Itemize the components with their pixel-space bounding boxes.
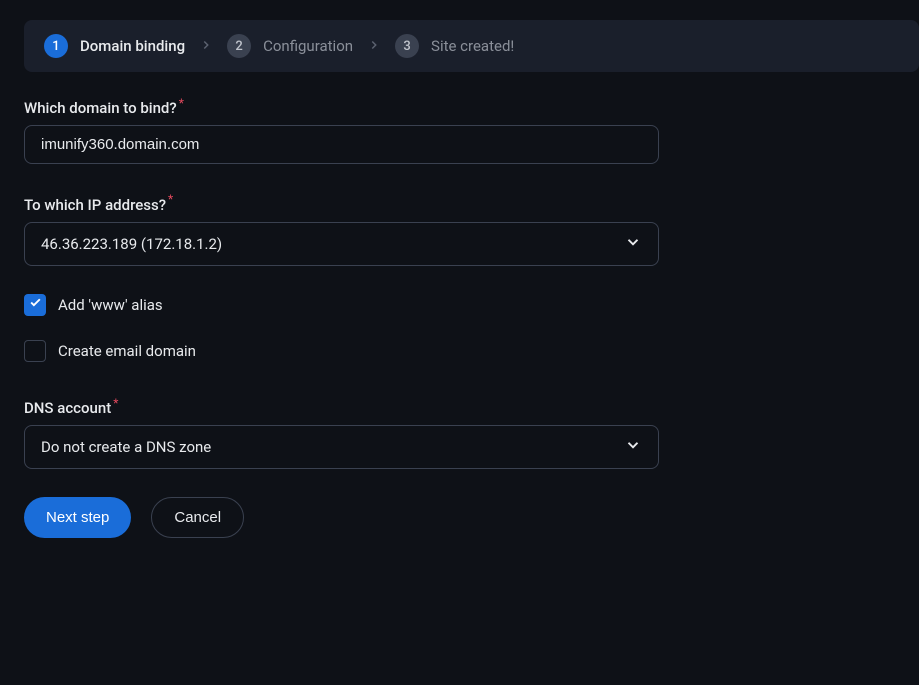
ip-select[interactable]: 46.36.223.189 (172.18.1.2) — [24, 222, 659, 266]
required-indicator: * — [168, 192, 173, 206]
www-alias-row: Add 'www' alias — [24, 294, 895, 316]
button-row: Next step Cancel — [24, 497, 895, 538]
chevron-right-icon — [367, 37, 381, 56]
step-3-number: 3 — [395, 34, 419, 58]
dns-group: DNS account* Do not create a DNS zone — [24, 396, 895, 469]
next-step-button[interactable]: Next step — [24, 497, 131, 538]
domain-label: Which domain to bind? — [24, 99, 177, 117]
email-domain-label: Create email domain — [58, 342, 196, 360]
email-domain-row: Create email domain — [24, 340, 895, 362]
cancel-button[interactable]: Cancel — [151, 497, 244, 538]
ip-select-value: 46.36.223.189 (172.18.1.2) — [41, 235, 222, 253]
chevron-down-icon — [624, 233, 642, 255]
chevron-down-icon — [624, 436, 642, 458]
domain-input[interactable] — [24, 125, 659, 164]
step-2-label: Configuration — [263, 37, 353, 55]
www-alias-label: Add 'www' alias — [58, 296, 163, 314]
dns-select[interactable]: Do not create a DNS zone — [24, 425, 659, 469]
step-2-number: 2 — [227, 34, 251, 58]
step-1[interactable]: 1 Domain binding — [44, 34, 185, 58]
step-2[interactable]: 2 Configuration — [227, 34, 353, 58]
form-section: Which domain to bind?* To which IP addre… — [0, 72, 919, 562]
step-1-number: 1 — [44, 34, 68, 58]
dns-label: DNS account — [24, 399, 111, 417]
dns-select-value: Do not create a DNS zone — [41, 438, 211, 456]
domain-group: Which domain to bind?* — [24, 96, 895, 164]
required-indicator: * — [179, 96, 184, 110]
chevron-right-icon — [199, 37, 213, 56]
step-3[interactable]: 3 Site created! — [395, 34, 514, 58]
ip-label: To which IP address? — [24, 196, 166, 214]
stepper: 1 Domain binding 2 Configuration 3 Site … — [24, 20, 919, 72]
step-1-label: Domain binding — [80, 37, 185, 55]
ip-group: To which IP address?* 46.36.223.189 (172… — [24, 192, 895, 265]
required-indicator: * — [113, 396, 118, 410]
www-alias-checkbox[interactable] — [24, 294, 46, 316]
check-icon — [29, 296, 42, 313]
email-domain-checkbox[interactable] — [24, 340, 46, 362]
step-3-label: Site created! — [431, 37, 514, 55]
